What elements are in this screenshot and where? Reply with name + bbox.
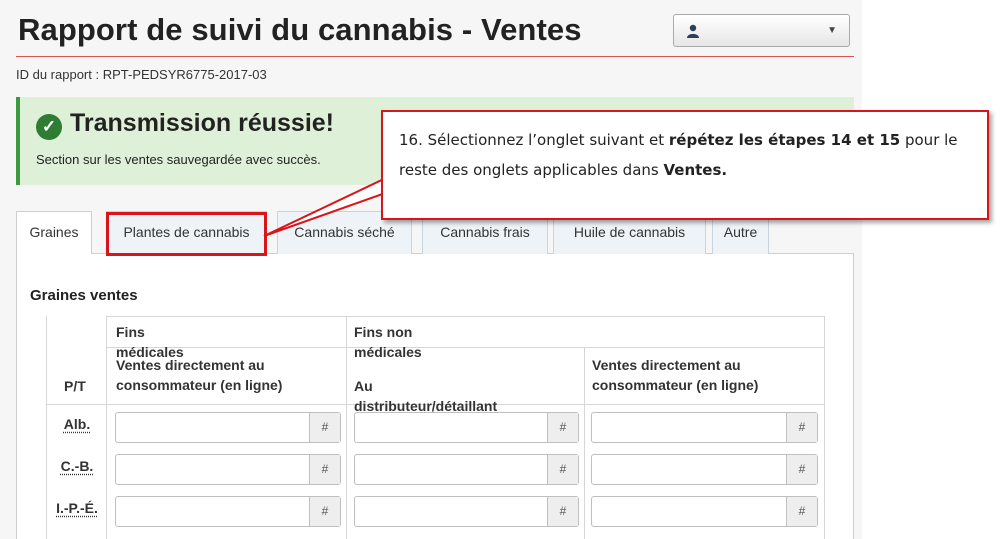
callout-text: 16. Sélectionnez l’onglet suivant et — [399, 131, 669, 149]
callout-pointer — [263, 176, 396, 237]
callout-bold-ventes: Ventes. — [663, 161, 728, 179]
callout-bold-steps: répétez les étapes 14 et 15 — [668, 131, 901, 149]
instruction-callout: 16. Sélectionnez l’onglet suivant et rép… — [381, 110, 989, 220]
